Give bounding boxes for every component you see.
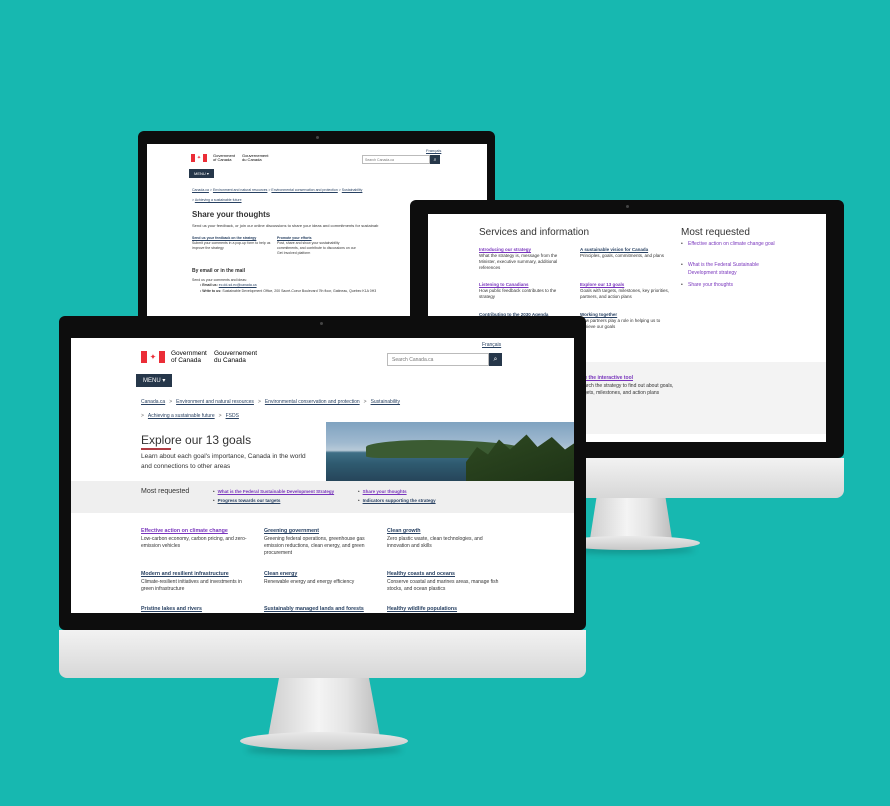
- language-toggle[interactable]: Français: [426, 148, 441, 153]
- most-requested-link[interactable]: Share your thoughts: [358, 489, 407, 494]
- monitor-base: [240, 732, 408, 750]
- page-intro: Learn about each goal's importance, Cana…: [141, 453, 306, 470]
- goal-card: Healthy coasts and oceans Conserve coasta…: [387, 571, 499, 592]
- breadcrumb-link[interactable]: Environment and natural resources: [176, 399, 254, 405]
- page-intro: Send us your feedback, or join our onlin…: [192, 223, 379, 228]
- goal-card: Clean growth Zero plastic waste, clean te…: [387, 528, 499, 550]
- promote-description: Post, share and show your sustainability…: [277, 241, 356, 255]
- services-title: Services and information: [479, 227, 590, 238]
- goal-link[interactable]: Healthy wildlife populations: [387, 606, 499, 613]
- canada-flag-icon: ✦: [141, 351, 165, 363]
- goal-link[interactable]: Clean energy: [264, 571, 376, 578]
- feedback-card: Send us your feedback on the strategy Su…: [192, 236, 272, 251]
- most-requested-link[interactable]: Progress towards our targets: [213, 498, 281, 503]
- service-item: Explore our 13 goals Goals with targets, …: [580, 282, 670, 299]
- breadcrumb-link[interactable]: Environment and natural resources: [213, 188, 267, 192]
- page-title: Share your thoughts: [192, 210, 271, 219]
- search-input[interactable]: Search Canada.ca: [362, 155, 430, 164]
- breadcrumb-link[interactable]: Achieving a sustainable future: [148, 413, 215, 419]
- breadcrumb-link[interactable]: Sustainability: [342, 188, 363, 192]
- search-button[interactable]: ⌕: [430, 155, 440, 164]
- breadcrumb-link[interactable]: Achieving a sustainable future: [195, 198, 242, 202]
- coastline-photo: [326, 422, 574, 481]
- goal-card: Greening government Greening federal oper…: [264, 528, 376, 557]
- goal-link[interactable]: Greening government: [264, 528, 376, 535]
- interactive-tool-description: Search the strategy to find out about go…: [578, 382, 674, 397]
- goal-link[interactable]: Effective action on climate change: [141, 528, 253, 535]
- most-requested-link[interactable]: Effective action on climate change goal: [681, 241, 778, 249]
- webcam: [316, 136, 319, 139]
- title-underline: [141, 448, 171, 450]
- menu-button[interactable]: MENU ▾: [189, 169, 214, 178]
- interactive-tool-link[interactable]: Use the interactive tool: [578, 375, 633, 381]
- goal-link[interactable]: Modern and resilient infrastructure: [141, 571, 253, 578]
- mail-section: Send us your comments and ideas: • Email…: [192, 278, 392, 294]
- language-toggle[interactable]: Français: [482, 342, 501, 348]
- service-item: Working together How partners play a role…: [580, 312, 670, 330]
- write-item: • Write to us: Sustainable Development O…: [200, 288, 377, 293]
- service-item: Introducing our strategy What the strateg…: [479, 247, 569, 271]
- search-input[interactable]: Search Canada.ca: [387, 353, 489, 366]
- most-requested-title: Most requested: [141, 488, 190, 495]
- breadcrumb-link[interactable]: Environmental conservation and protectio…: [265, 399, 360, 405]
- breadcrumb-link[interactable]: Canada.ca: [141, 399, 165, 405]
- goal-card: Healthy wildlife populations: [387, 606, 499, 613]
- webcam: [626, 205, 629, 208]
- most-requested-link[interactable]: Indicators supporting the strategy: [358, 498, 436, 503]
- most-requested-band: [71, 481, 574, 513]
- goal-card: Modern and resilient infrastructure Clima…: [141, 571, 253, 593]
- canada-flag-icon: ✦: [191, 154, 207, 162]
- monitor-stand: [590, 497, 672, 539]
- interactive-tool-card: Use the interactive tool Search the stra…: [578, 375, 678, 398]
- gov-wordmark-en[interactable]: Government of Canada: [171, 350, 207, 365]
- search-icon: ⌕: [433, 156, 437, 163]
- gov-wordmark-fr[interactable]: Gouvernement du Canada: [242, 153, 268, 162]
- page-title: Explore our 13 goals: [141, 433, 252, 447]
- email-link[interactable]: ec.dd-sd.ec@canada.ca: [219, 283, 257, 287]
- service-item: Listening to Canadians How public feedbac…: [479, 282, 569, 300]
- mail-address: Sustainable Development Office, 200 Sacr…: [222, 288, 377, 293]
- goal-card: Sustainably managed lands and forests: [264, 606, 394, 613]
- goal-link[interactable]: Sustainably managed lands and forests: [264, 606, 394, 613]
- promote-card: Promote your efforts Post, share and sho…: [277, 236, 357, 256]
- breadcrumb-link[interactable]: Canada.ca: [192, 188, 209, 192]
- breadcrumb-link[interactable]: FSDS: [226, 413, 239, 419]
- most-requested-title: Most requested: [681, 227, 750, 238]
- goal-card: Effective action on climate change Low-ca…: [141, 528, 253, 550]
- menu-button[interactable]: MENU ▾: [136, 374, 173, 387]
- breadcrumb-link[interactable]: Environmental conservation and protectio…: [271, 188, 337, 192]
- goal-link[interactable]: Clean growth: [387, 528, 499, 535]
- goal-card: Clean energy Renewable energy and energy …: [264, 571, 376, 586]
- gov-wordmark-fr[interactable]: Gouvernement du Canada: [214, 350, 257, 365]
- goal-card: Pristine lakes and rivers: [141, 606, 253, 613]
- webcam: [320, 322, 323, 325]
- most-requested-link[interactable]: Share your thoughts: [681, 282, 778, 290]
- breadcrumb-link[interactable]: Sustainability: [371, 399, 400, 405]
- breadcrumb: Canada.ca > Environment and natural resour…: [141, 399, 401, 419]
- mail-heading: By email or in the mail: [192, 268, 246, 274]
- screen-goals: Français ✦ Government of Canada Gouvernem…: [71, 338, 574, 613]
- monitor-chin: [59, 630, 586, 678]
- monitor-stand: [268, 677, 380, 737]
- search-button[interactable]: ⌕: [489, 353, 502, 366]
- search-icon: ⌕: [493, 355, 498, 363]
- gov-wordmark-en[interactable]: Government of Canada: [213, 153, 235, 162]
- service-item: A sustainable vision for Canada Principle…: [580, 247, 670, 259]
- feedback-description: Submit your comments in a pop-up form to…: [192, 241, 271, 250]
- most-requested-link[interactable]: What is the Federal Sustainable Developm…: [213, 489, 335, 494]
- goal-link[interactable]: Pristine lakes and rivers: [141, 606, 253, 613]
- goal-link[interactable]: Healthy coasts and oceans: [387, 571, 499, 578]
- most-requested-link[interactable]: What is the Federal Sustainable Developm…: [681, 262, 778, 277]
